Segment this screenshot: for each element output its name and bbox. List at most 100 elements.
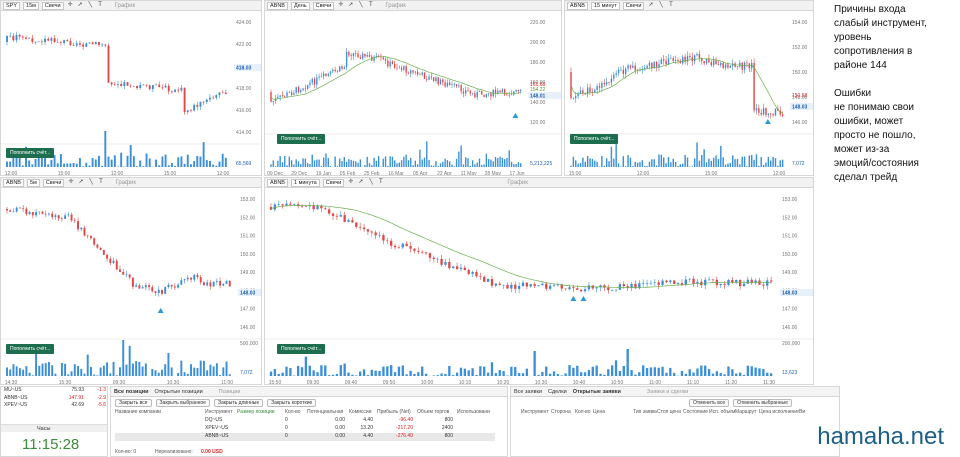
cursor-icon[interactable]: ➚ [647,2,654,9]
cursor-icon[interactable]: ➚ [347,2,354,9]
cancel-selected-button[interactable]: Отменить выбранные [733,399,792,407]
interval-select[interactable]: 15 минут [590,1,620,10]
candle-body [209,282,212,287]
candle-body [202,101,205,103]
volume-bar [102,365,105,376]
interval-select[interactable]: День [290,1,310,10]
table-row[interactable]: DQ~US 0 0.00 4.40 -96.40 800 [115,417,457,425]
chart-abnb-5m[interactable]: ABNB 5м Свечи ✛ ➚ ╲ T График 153.00 152.0… [0,177,262,385]
fund-account-button[interactable]: Пополнить счёт... [6,344,55,354]
candle-body [421,251,424,253]
candle-body [684,56,686,62]
volume-bar [639,162,641,167]
tab-all-orders[interactable]: Все заявки [514,389,542,395]
quote-row[interactable]: MU~US 75.93 -1.3 [1,387,107,395]
volume-bar [309,164,311,167]
volume-bar [66,163,69,167]
candle-body [117,84,119,85]
x-tick-label: 11:10 [687,380,699,385]
chart-abnb-day[interactable]: ABNB День Свечи ✛ ➚ ╲ T График 220.00 200… [264,0,562,176]
chart-plot[interactable]: 154.00152.00150.00148.00146.0015:00 12:00… [565,12,814,176]
table-row[interactable]: ABNB~US 0 0.00 4.40 -276.40 800 [115,433,495,441]
text-tool-icon[interactable]: T [367,2,374,9]
crosshair-icon[interactable]: ✛ [67,179,74,186]
cursor-icon[interactable]: ➚ [77,2,84,9]
y-tick-label: 150.00 [782,252,798,258]
text-tool-icon[interactable]: T [667,2,674,9]
chart-type-select[interactable]: Свечи [42,178,65,187]
candle-body [9,210,12,212]
ticker-select[interactable]: ABNB [267,178,288,187]
crosshair-icon[interactable]: ✛ [347,179,354,186]
quote-row[interactable]: XPEV~US 42.69 -5.6 [1,402,107,410]
line-tool-icon[interactable]: ╲ [87,179,94,186]
crosshair-icon[interactable]: ✛ [67,2,74,9]
candle-body [458,85,460,87]
interval-select[interactable]: 15м [23,1,39,10]
line-tool-icon[interactable]: ╲ [87,2,94,9]
volume-bar [665,163,667,167]
chart-toolbar: ABNB 5м Свечи ✛ ➚ ╲ T График [1,178,261,188]
volume-bar [300,164,302,167]
candle-body [63,40,66,44]
volume-bar [667,156,670,167]
candle-body [193,104,196,111]
fund-account-button[interactable]: Пополнить счёт... [570,134,619,144]
candle-body [219,281,222,286]
line-tool-icon[interactable]: ╲ [367,179,374,186]
chart-abnb-15m[interactable]: ABNB 15 минут Свечи ➚ ╲ T 154.00 152.00 15… [564,0,814,176]
volume-bar [202,142,205,167]
candle-body [293,204,296,205]
chart-type-select[interactable]: Свечи [312,1,335,10]
volume-bar [196,155,199,167]
y-tick-label: 153.00 [782,197,798,203]
chart-title: График [507,179,528,186]
cancel-all-button[interactable]: Отменить все [689,399,730,407]
close-short-button[interactable]: Закрыть короткие [267,399,317,407]
line-tool-icon[interactable]: ╲ [657,2,664,9]
volume-bar [44,363,47,376]
volume-label: 7,072 [240,370,253,376]
chart-type-select[interactable]: Свечи [622,1,645,10]
cursor-icon[interactable]: ➚ [77,179,84,186]
text-tool-icon[interactable]: T [377,179,384,186]
cursor-icon[interactable]: ➚ [357,179,364,186]
volume-bar [22,369,25,376]
chart-abnb-1m[interactable]: ABNB 1 минута Свечи ✛ ➚ ╲ T График 153.0… [264,177,814,385]
ticker-select[interactable]: ABNB [267,1,288,10]
text-tool-icon[interactable]: T [97,179,104,186]
fund-account-button[interactable]: Пополнить счёт... [6,148,55,158]
close-long-button[interactable]: Закрыть длинные [213,399,264,407]
close-all-button[interactable]: Закрыть все [115,399,152,407]
ticker-select[interactable]: ABNB [567,1,588,10]
volume-bar [375,160,378,167]
tab-open-positions[interactable]: Открытые позиции [155,389,203,395]
close-selected-button[interactable]: Закрыть выбранное [155,399,210,407]
candle-body [22,208,25,209]
tab-all-positions[interactable]: Все позиции [114,389,149,395]
interval-select[interactable]: 5м [26,178,40,187]
quote-row[interactable]: ABNB~US 147.91 -2.9 [1,395,107,403]
volume-bar [209,160,211,167]
text-tool-icon[interactable]: T [97,2,104,9]
chart-plot[interactable]: 153.00152.00151.00150.00149.00148.00147.… [265,189,814,385]
tab-open-orders[interactable]: Открытые заявки [573,389,621,395]
fund-account-button[interactable]: Пополнить счёт... [277,134,326,144]
fund-account-button[interactable]: Пополнить счёт... [277,344,326,354]
chart-spy-15m[interactable]: SPY 15м Свечи ✛ ➚ ╲ T График 424.00 422.0… [0,0,262,176]
x-tick-label: 15:00 [164,171,177,176]
chart-type-select[interactable]: Свечи [41,1,64,10]
chart-plot[interactable]: 153.00152.00151.00150.00149.00148.00147.… [1,189,262,385]
interval-select[interactable]: 1 минута [290,178,320,187]
chart-plot[interactable]: 220.00200.00180.00160.00140.00120.0009 D… [265,12,562,176]
tab-trades[interactable]: Сделки [548,389,567,395]
table-row[interactable]: XPEV~US 0 0.00 13.20 -217.20 2400 [115,425,457,433]
chart-type-select[interactable]: Свечи [322,178,345,187]
ticker-select[interactable]: ABNB [3,178,24,187]
ticker-select[interactable]: SPY [3,1,21,10]
crosshair-icon[interactable]: ✛ [337,2,344,9]
volume-bar [382,366,385,376]
line-tool-icon[interactable]: ╲ [357,2,364,9]
volume-bar [316,159,318,167]
volume-bar [490,362,494,376]
